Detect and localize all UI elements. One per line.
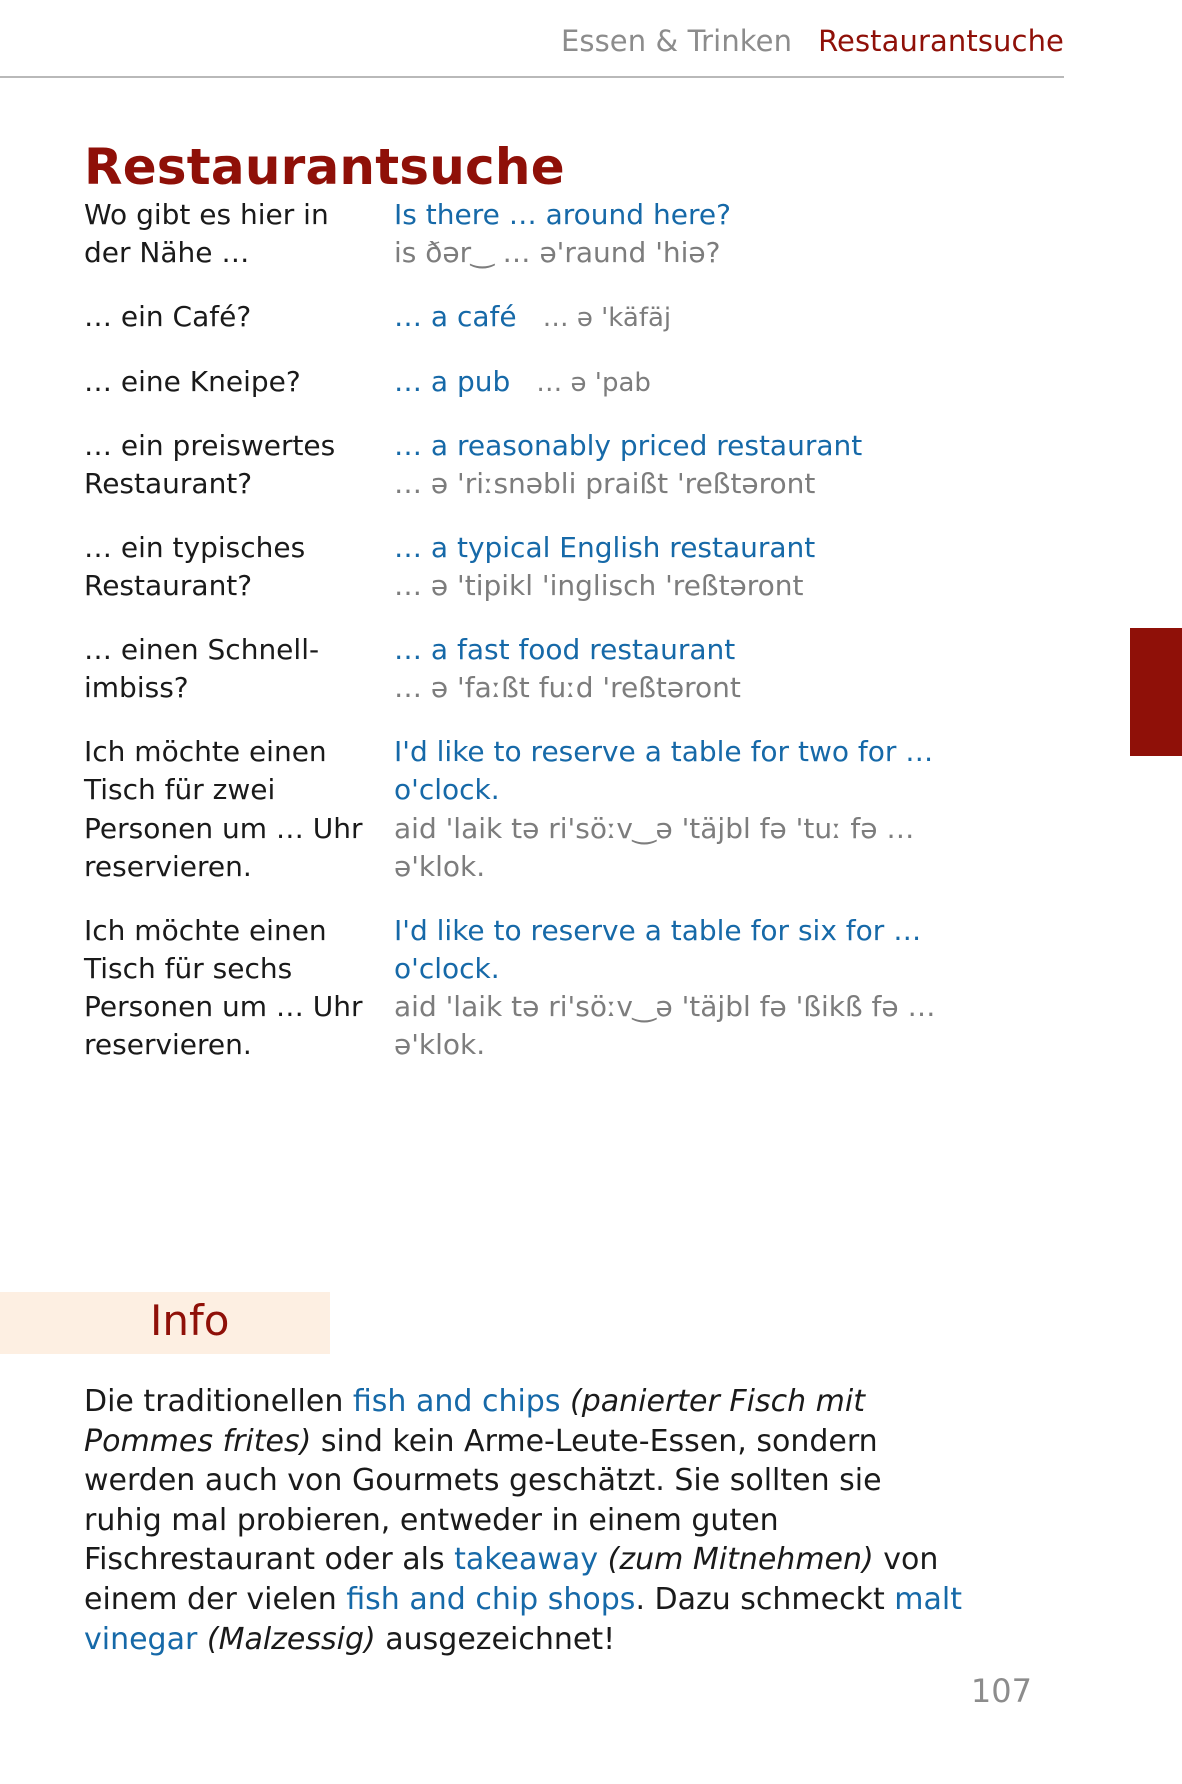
info-title: Info (150, 1296, 230, 1345)
phrase-phonetic: … ə 'käfäj (542, 303, 672, 334)
phrase-english-block: … a reasonably priced restaurant … ə 'riː… (394, 427, 964, 503)
phrase-german: Ich möchte einen Tisch für zwei Personen… (84, 735, 363, 883)
phrase-german: Wo gibt es hier in der Nähe … (84, 198, 329, 270)
phrase-german: … ein Café? (84, 300, 252, 334)
phrase-row: … ein Café? … a café … ə 'käfäj (84, 298, 964, 336)
phrase-row: … eine Kneipe? … a pub … ə 'pab (84, 363, 964, 401)
phrase-phonetic: … ə 'tipikl 'inglisch 'reßtəront (394, 569, 804, 603)
info-text: ausgezeichnet! (375, 1621, 616, 1657)
phrase-english: … a fast food restaurant (394, 633, 736, 667)
phrase-german: Ich möchte einen Tisch für sechs Persone… (84, 913, 363, 1061)
running-head-chapter: Essen & Trinken (560, 24, 793, 58)
running-head-section: Restaurantsuche (818, 24, 1064, 58)
phrase-phonetic: aid 'laik tə ri'söːv‿ə 'täjbl fə 'tuː fə… (394, 811, 915, 883)
info-text (197, 1622, 207, 1657)
phrase-german: … ein preiswertes Restaurant? (84, 428, 336, 500)
page-number: 107 (970, 1672, 1032, 1710)
phrase-german: … einen Schnell-imbiss? (84, 633, 320, 705)
info-term: fish and chips (352, 1384, 561, 1419)
phrase-phonetic: is ðər‿ … ə'raund 'hiə? (394, 236, 721, 270)
phrase-english-block: … a pub … ə 'pab (394, 363, 964, 401)
info-term: takeaway (454, 1542, 599, 1578)
phrase-phonetic: … ə 'faːßt fuːd 'reßtəront (394, 671, 741, 705)
phrase-phonetic: … ə 'pab (536, 367, 651, 398)
info-gloss: (zum Mitnehmen) (607, 1542, 874, 1578)
info-body: Die traditionellen fish and chips (panie… (84, 1382, 964, 1659)
page-title: Restaurantsuche (84, 137, 565, 196)
info-text (560, 1384, 570, 1419)
phrase-phonetic: aid 'laik tə ri'söːv‿ə 'täjbl fə 'ßikß f… (394, 989, 936, 1061)
phrase-english-block: I'd like to reserve a table for two for … (394, 733, 964, 885)
phrase-english: I'd like to reserve a table for six for … (394, 913, 922, 985)
phrase-row: … einen Schnell-imbiss? … a fast food res… (84, 631, 964, 707)
info-gloss: (Malzessig) (206, 1621, 376, 1657)
info-text (598, 1542, 608, 1577)
phrase-row: Ich möchte einen Tisch für zwei Personen… (84, 733, 964, 885)
phrase-german: … ein typisches Restaurant? (84, 531, 306, 603)
phrase-english: … a typical English restaurant (394, 531, 816, 565)
info-text: Die traditionellen (84, 1384, 353, 1419)
info-term: fish and chip shops (346, 1581, 636, 1617)
phrase-english: Is there … around here? (394, 198, 731, 231)
running-head: Essen & Trinken Restaurantsuche (0, 0, 1064, 78)
phrase-english: … a pub (394, 364, 511, 398)
phrase-english-block: Is there … around here? is ðər‿ … ə'raund… (394, 196, 964, 272)
phrase-phonetic: … ə 'riːsnəbli praißt 'reßtəront (394, 466, 816, 500)
phrase-table: Wo gibt es hier in der Nähe … Is there … … (84, 196, 964, 1090)
phrase-english: … a café (394, 300, 517, 334)
chapter-edge-tab (1130, 628, 1182, 756)
phrase-english-block: I'd like to reserve a table for six for … (394, 912, 964, 1064)
phrase-english: I'd like to reserve a table for two for … (394, 735, 934, 807)
phrase-english-block: … a fast food restaurant … ə 'faːßt fuːd … (394, 631, 964, 707)
phrase-german: … eine Kneipe? (84, 364, 301, 398)
phrase-row: Wo gibt es hier in der Nähe … Is there … … (84, 196, 964, 272)
phrase-english: … a reasonably priced restaurant (394, 428, 863, 462)
info-text: . Dazu schmeckt (635, 1581, 895, 1617)
phrase-row: Ich möchte einen Tisch für sechs Persone… (84, 912, 964, 1064)
phrase-row: … ein preiswertes Restaurant? … a reasona… (84, 427, 964, 503)
phrase-english-block: … a typical English restaurant … ə 'tipik… (394, 529, 964, 605)
phrase-row: … ein typisches Restaurant? … a typical E… (84, 529, 964, 605)
phrase-english-block: … a café … ə 'käfäj (394, 298, 964, 336)
